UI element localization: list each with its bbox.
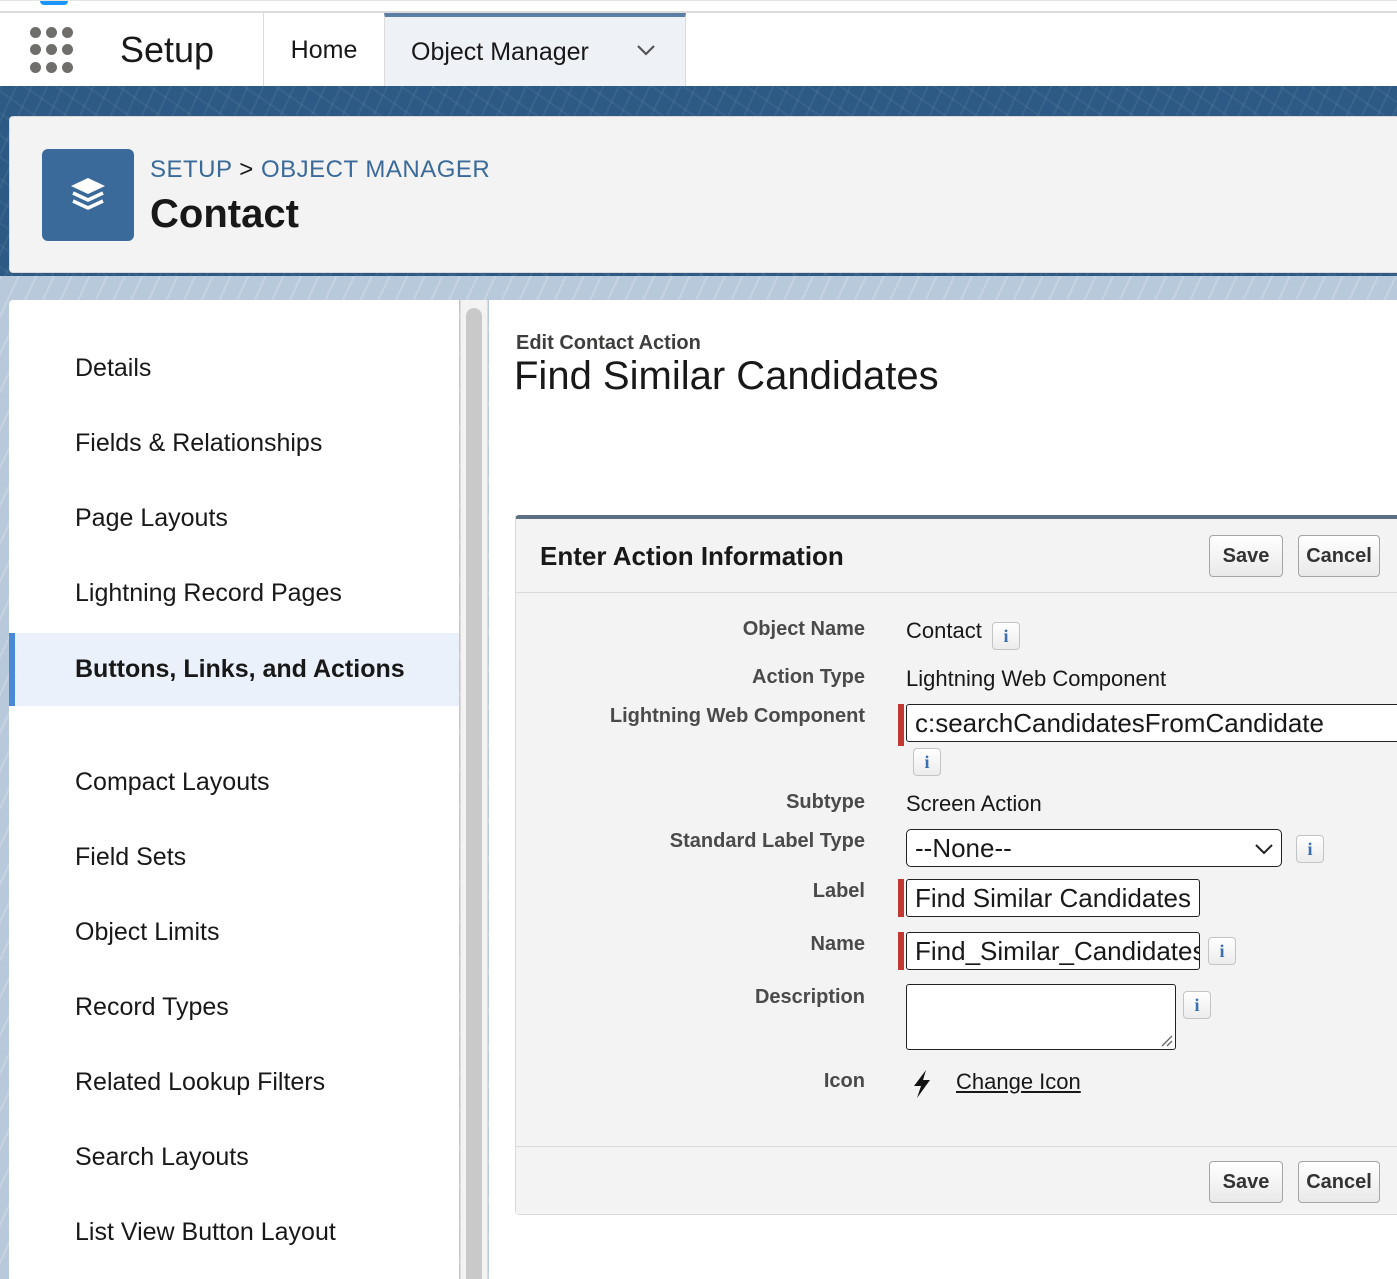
sidebar-item-buttons-links-actions[interactable]: Buttons, Links, and Actions [9,633,459,706]
description-info-icon[interactable]: i [1183,991,1211,1019]
lightning-bolt-icon [914,1070,930,1098]
standard-label-type-label: Standard Label Type [669,830,865,852]
chevron-down-icon[interactable] [635,39,657,61]
nav-divider [0,11,1397,13]
cancel-button-bottom[interactable]: Cancel [1298,1161,1380,1203]
name-info-icon[interactable]: i [1208,937,1236,965]
subtype-value: Screen Action [906,791,1042,816]
label-field-label: Label [812,880,865,902]
page-title: Contact [150,192,299,236]
sidebar-scrollbar-thumb[interactable] [466,308,482,1279]
standard-label-type-value: --None-- [915,832,1012,863]
required-indicator [898,932,904,970]
sidebar-item-page-layouts[interactable]: Page Layouts [9,504,459,533]
save-button-bottom[interactable]: Save [1209,1161,1283,1203]
tab-object-manager[interactable]: Object Manager [384,13,686,87]
chevron-down-icon [1255,844,1273,855]
action-title: Find Similar Candidates [514,354,939,398]
required-indicator [898,879,904,917]
lwc-label: Lightning Web Component [609,705,865,727]
sidebar-item-details[interactable]: Details [9,354,459,383]
sidebar-item-search-layouts[interactable]: Search Layouts [9,1143,459,1172]
action-type-value: Lightning Web Component [906,666,1167,691]
change-icon-link[interactable]: Change Icon [956,1069,1081,1095]
tab-object-manager-label: Object Manager [411,37,589,66]
stacked-layers-icon [42,149,134,241]
object-name-info-icon[interactable]: i [992,622,1020,650]
page-subtitle: Edit Contact Action [516,332,701,354]
sidebar-item-object-limits[interactable]: Object Limits [9,918,459,947]
label-input[interactable]: Find Similar Candidates [906,879,1200,917]
object-name-value: Contact [906,618,982,643]
app-launcher-waffle-icon[interactable] [30,27,76,73]
sidebar-item-related-lookup-filters[interactable]: Related Lookup Filters [9,1068,459,1097]
subtype-label: Subtype [786,791,865,813]
description-textarea[interactable] [906,984,1176,1050]
lwc-info-icon[interactable]: i [913,748,941,776]
global-nav: Setup Home Object Manager [0,0,1397,87]
panel-title: Enter Action Information [540,541,844,571]
object-sidebar: Details Fields & Relationships Page Layo… [9,300,459,1279]
lwc-select[interactable]: c:searchCandidatesFromCandidate [906,704,1397,742]
sidebar-item-record-types[interactable]: Record Types [9,993,459,1022]
nav-accent [40,1,68,5]
icon-label: Icon [823,1070,865,1092]
save-button-top[interactable]: Save [1209,535,1283,577]
sidebar-item-list-view-button-layout[interactable]: List View Button Layout [9,1218,459,1247]
object-name-label: Object Name [742,618,865,640]
breadcrumb: SETUP > OBJECT MANAGER [150,156,490,184]
name-field-label: Name [810,933,865,955]
breadcrumb-setup-link[interactable]: SETUP [150,156,232,183]
resize-handle-icon[interactable] [1159,1033,1173,1047]
cancel-button-top[interactable]: Cancel [1298,535,1380,577]
standard-label-type-select[interactable]: --None-- [906,829,1282,867]
description-label: Description [754,986,865,1008]
action-type-label: Action Type [752,666,865,688]
sidebar-item-field-sets[interactable]: Field Sets [9,843,459,872]
name-input[interactable]: Find_Similar_Candidates [906,932,1200,970]
sidebar-item-compact-layouts[interactable]: Compact Layouts [9,768,459,797]
sidebar-item-lightning-record-pages[interactable]: Lightning Record Pages [9,579,459,608]
breadcrumb-separator: > [239,156,254,183]
breadcrumb-object-manager-link[interactable]: OBJECT MANAGER [261,156,490,183]
sidebar-item-fields-relationships[interactable]: Fields & Relationships [9,429,459,458]
app-name: Setup [120,29,215,70]
tab-home[interactable]: Home [264,13,384,87]
required-indicator [898,704,904,746]
standard-label-type-info-icon[interactable]: i [1296,835,1324,863]
